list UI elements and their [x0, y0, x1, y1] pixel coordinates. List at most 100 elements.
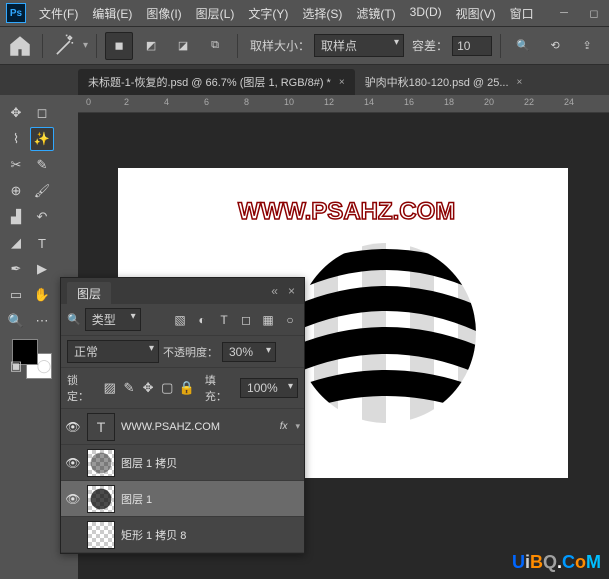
panel-header[interactable]: 图层 « × [61, 278, 304, 304]
close-icon[interactable]: × [285, 284, 298, 298]
search-icon[interactable]: 🔍 [67, 313, 81, 326]
divider [42, 34, 43, 58]
chevron-down-icon[interactable]: ▾ [295, 421, 300, 432]
quickmask-mode-icon[interactable]: ◯ [32, 354, 56, 378]
visibility-toggle[interactable] [65, 527, 81, 543]
zoom-tool-icon[interactable]: 🔍 [4, 309, 28, 333]
standard-mode-icon[interactable]: ▣ [4, 354, 28, 378]
blend-mode-dropdown[interactable]: 正常 [67, 340, 159, 363]
filter-shape-icon[interactable]: ◻ [238, 312, 254, 328]
filter-type-icon[interactable]: T [216, 312, 232, 328]
menu-edit[interactable]: 编辑(E) [85, 0, 139, 27]
fx-badge[interactable]: fx [280, 421, 288, 432]
ruler-tick: 10 [284, 97, 294, 107]
lock-pixels-icon[interactable]: ✎ [121, 380, 136, 396]
type-tool-icon[interactable]: T [30, 231, 54, 255]
tolerance-input[interactable] [452, 36, 492, 56]
magic-wand-tool-icon[interactable]: ✨ [30, 127, 54, 151]
brush-tool-icon[interactable]: 🖌 [30, 179, 54, 203]
lock-all-icon[interactable]: 🔒 [179, 380, 195, 396]
menu-type[interactable]: 文字(Y) [241, 0, 295, 27]
filter-pixel-icon[interactable]: ▧ [172, 312, 188, 328]
opacity-dropdown[interactable]: 30% [222, 342, 276, 362]
history-brush-tool-icon[interactable]: ↶ [30, 205, 54, 229]
menu-image[interactable]: 图像(I) [139, 0, 188, 27]
menu-view[interactable]: 视图(V) [449, 0, 503, 27]
layer-name[interactable]: 矩形 1 拷贝 8 [121, 527, 300, 543]
more-tools-icon[interactable]: ⋯ [30, 309, 54, 333]
rectangle-tool-icon[interactable]: ▭ [4, 283, 28, 307]
menu-window[interactable]: 窗口 [503, 0, 541, 27]
stamp-tool-icon[interactable]: ▟ [4, 205, 28, 229]
restore-button[interactable]: ◻ [579, 0, 609, 27]
pen-tool-icon[interactable]: ✒ [4, 257, 28, 281]
ruler-tick: 12 [324, 97, 334, 107]
close-icon[interactable]: × [517, 77, 523, 88]
horizontal-ruler[interactable]: 0 2 4 6 8 10 12 14 16 18 20 22 24 [78, 95, 609, 113]
add-selection-icon[interactable]: ◩ [137, 32, 165, 60]
ruler-tick: 16 [404, 97, 414, 107]
close-icon[interactable]: × [339, 77, 345, 88]
move-tool-icon[interactable]: ✥ [4, 101, 28, 125]
layer-thumb[interactable] [87, 449, 115, 477]
ruler-tick: 2 [124, 97, 129, 107]
menu-select[interactable]: 选择(S) [295, 0, 349, 27]
layer-thumb[interactable] [87, 485, 115, 513]
fill-dropdown[interactable]: 100% [240, 378, 298, 398]
sample-size-dropdown[interactable]: 取样点 [314, 34, 404, 57]
layer-name[interactable]: WWW.PSAHZ.COM [121, 421, 274, 433]
lasso-tool-icon[interactable]: ⌇ [4, 127, 28, 151]
chevron-down-icon[interactable]: ▾ [83, 40, 88, 51]
visibility-toggle[interactable]: 👁 [65, 455, 81, 471]
visibility-toggle[interactable]: 👁 [65, 419, 81, 435]
opacity-label: 不透明度： [163, 344, 218, 360]
share-icon[interactable]: ⇪ [573, 32, 601, 60]
layer-row[interactable]: 👁 T WWW.PSAHZ.COM fx ▾ [61, 409, 304, 445]
tab-doc-1[interactable]: 未标题-1-恢复的.psd @ 66.7% (图层 1, RGB/8#) *× [78, 69, 355, 95]
new-selection-icon[interactable]: ◼ [105, 32, 133, 60]
minimize-button[interactable]: ─ [549, 0, 579, 27]
layer-name[interactable]: 图层 1 拷贝 [121, 455, 300, 471]
eyedropper-tool-icon[interactable]: ✎ [30, 153, 54, 177]
layers-panel[interactable]: 图层 « × 🔍 类型 ▧ ◐ T ◻ ▦ ○ 正常 不透明度： 30% 锁定：… [60, 277, 305, 554]
collapse-icon[interactable]: « [268, 284, 281, 298]
lock-transparency-icon[interactable]: ▨ [102, 380, 117, 396]
sphere-artwork [286, 233, 486, 433]
intersect-selection-icon[interactable]: ⧉ [201, 32, 229, 60]
menu-filter[interactable]: 滤镜(T) [349, 0, 402, 27]
layer-row[interactable]: 👁 图层 1 拷贝 [61, 445, 304, 481]
eraser-tool-icon[interactable]: ◢ [4, 231, 28, 255]
search-icon[interactable]: 🔍 [509, 32, 537, 60]
ruler-tick: 20 [484, 97, 494, 107]
hand-tool-icon[interactable]: ✋ [30, 283, 54, 307]
history-icon[interactable]: ⟲ [541, 32, 569, 60]
marquee-tool-icon[interactable]: ◻ [30, 101, 54, 125]
visibility-toggle[interactable]: 👁 [65, 491, 81, 507]
path-select-tool-icon[interactable]: ▶ [30, 257, 54, 281]
type-layer-thumb[interactable]: T [87, 413, 115, 441]
tab-doc-2[interactable]: 驴肉中秋180-120.psd @ 25...× [355, 69, 533, 95]
layer-row[interactable]: 矩形 1 拷贝 8 [61, 517, 304, 553]
crop-tool-icon[interactable]: ✂ [4, 153, 28, 177]
filter-adjust-icon[interactable]: ◐ [194, 312, 210, 328]
menu-file[interactable]: 文件(F) [32, 0, 85, 27]
filter-toggle-icon[interactable]: ○ [282, 312, 298, 328]
edit-mode-toggle: ▣ ◯ [0, 350, 60, 382]
lock-artboard-icon[interactable]: ▢ [160, 380, 175, 396]
home-icon[interactable] [6, 32, 34, 60]
healing-tool-icon[interactable]: ⊕ [4, 179, 28, 203]
menu-layer[interactable]: 图层(L) [189, 0, 242, 27]
layer-name[interactable]: 图层 1 [121, 491, 300, 507]
wand-tool-icon[interactable] [51, 32, 79, 60]
filter-kind-dropdown[interactable]: 类型 [85, 308, 141, 331]
filter-smart-icon[interactable]: ▦ [260, 312, 276, 328]
ruler-tick: 14 [364, 97, 374, 107]
divider [237, 34, 238, 58]
layer-row[interactable]: 👁 图层 1 [61, 481, 304, 517]
panel-tab-layers[interactable]: 图层 [67, 282, 111, 305]
lock-position-icon[interactable]: ✥ [141, 380, 156, 396]
document-tabs: 未标题-1-恢复的.psd @ 66.7% (图层 1, RGB/8#) *× … [0, 65, 609, 95]
subtract-selection-icon[interactable]: ◪ [169, 32, 197, 60]
menu-3d[interactable]: 3D(D) [403, 0, 449, 27]
layer-thumb[interactable] [87, 521, 115, 549]
